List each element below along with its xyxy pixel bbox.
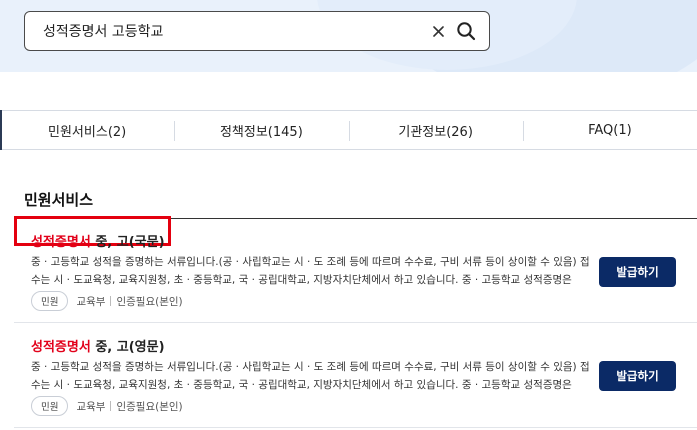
result-meta: 민원 교육부 인증필요(본인) <box>31 396 183 416</box>
list-item: 성적증명서 중, 고(영문) 중 · 고등학교 성적을 증명하는 서류입니다.(… <box>14 324 697 428</box>
result-description: 중 · 고등학교 성적을 증명하는 서류입니다.(공 · 사립학교는 시 · 도… <box>31 361 590 391</box>
result-title-keyword: 성적증명서 <box>31 235 91 250</box>
divider <box>110 296 112 306</box>
section-title: 민원서비스 <box>24 191 94 209</box>
close-icon[interactable] <box>429 22 447 40</box>
list-item: 성적증명서 중, 고(국문) 중 · 고등학교 성적을 증명하는 서류입니다.(… <box>14 216 697 323</box>
tab-faq[interactable]: FAQ(1) <box>522 111 697 149</box>
result-title-link[interactable]: 성적증명서 중, 고(국문) <box>31 231 165 250</box>
tab-civil-services[interactable]: 민원서비스(2) <box>0 110 174 150</box>
search-box <box>24 11 490 51</box>
result-org: 교육부 <box>76 400 106 413</box>
result-auth: 인증필요(본인) <box>116 295 183 308</box>
result-auth: 인증필요(본인) <box>116 400 183 413</box>
result-title-keyword: 성적증명서 <box>31 340 91 355</box>
result-description: 중 · 고등학교 성적을 증명하는 서류입니다.(공 · 사립학교는 시 · 도… <box>31 256 590 286</box>
tab-agency-info[interactable]: 기관정보(26) <box>348 111 523 149</box>
category-tag: 민원 <box>31 396 69 416</box>
issue-button[interactable]: 발급하기 <box>599 361 676 391</box>
category-tag: 민원 <box>31 291 69 311</box>
search-icon[interactable] <box>455 20 477 42</box>
search-hero <box>0 0 697 72</box>
category-tabs: 민원서비스(2) 정책정보(145) 기관정보(26) FAQ(1) <box>0 110 697 150</box>
result-meta: 민원 교육부 인증필요(본인) <box>31 291 183 311</box>
result-title-text: 중, 고(영문) <box>90 340 165 355</box>
divider <box>110 401 112 411</box>
issue-button[interactable]: 발급하기 <box>599 257 676 287</box>
result-title-link[interactable]: 성적증명서 중, 고(영문) <box>31 336 165 355</box>
result-org: 교육부 <box>76 295 106 308</box>
result-title-text: 중, 고(국문) <box>90 235 165 250</box>
search-input[interactable] <box>43 23 429 39</box>
tab-policy-info[interactable]: 정책정보(145) <box>174 111 348 149</box>
